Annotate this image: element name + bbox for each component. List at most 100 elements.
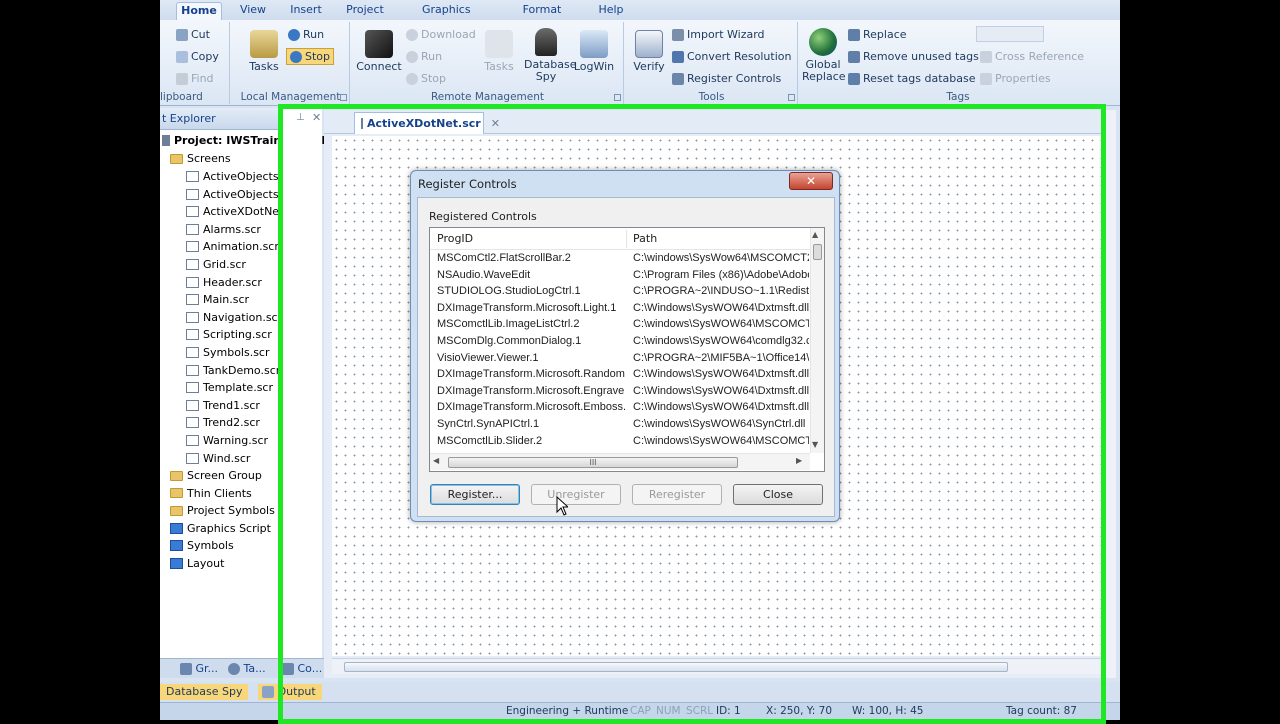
screen-item[interactable]: TankDemo.scr (186, 364, 280, 377)
screen-item[interactable]: Template.scr (186, 381, 273, 394)
list-item[interactable]: NSAudio.WaveEdit C:\Program Files (x86)\A… (430, 268, 810, 285)
column-header-path[interactable]: Path (633, 232, 657, 245)
explorer-node[interactable]: Graphics Script (170, 522, 271, 535)
local-run-button[interactable]: Run (288, 28, 324, 41)
tab-help[interactable]: Help (596, 2, 626, 20)
list-item[interactable]: STUDIOLOG.StudioLogCtrl.1 C:\PROGRA~2\IND… (430, 284, 810, 301)
scroll-up-icon[interactable]: ▲ (812, 230, 818, 239)
screen-item[interactable]: Navigation.scr (186, 311, 282, 324)
progid-cell: MSComctlLib.Slider.2 (437, 434, 543, 447)
screen-item[interactable]: Warning.scr (186, 434, 268, 447)
remote-tasks-button[interactable]: Tasks (482, 30, 516, 73)
connect-button[interactable]: Connect (356, 30, 402, 73)
close-tab-icon[interactable]: ✕ (491, 114, 500, 134)
find-button[interactable]: Find (176, 72, 214, 85)
column-header-progid[interactable]: ProgID (437, 232, 473, 245)
screen-item[interactable]: Header.scr (186, 276, 262, 289)
convert-resolution-button[interactable]: Convert Resolution (672, 50, 791, 63)
screen-item[interactable]: Alarms.scr (186, 223, 261, 236)
list-item[interactable]: MSComDlg.CommonDialog.1 C:\windows\SysWOW… (430, 334, 810, 351)
canvas-vertical-scrollbar[interactable] (1104, 110, 1116, 678)
cross-reference-button[interactable]: Cross Reference (980, 50, 1084, 63)
register-controls-button[interactable]: Register Controls (672, 72, 781, 85)
tab-graphics[interactable]: Graphics (422, 2, 471, 20)
list-item[interactable]: MSComctlLib.ImageListCtrl.2 C:\windows\Sy… (430, 317, 810, 334)
dialog-close-icon[interactable]: ✕ (789, 172, 833, 190)
unregister-button[interactable]: Unregister (531, 484, 621, 505)
dialog-launcher-icon[interactable] (788, 94, 795, 101)
list-item[interactable]: VisioViewer.Viewer.1 C:\PROGRA~2\MIF5BA~1… (430, 351, 810, 368)
local-tasks-button[interactable]: Tasks (244, 30, 284, 73)
screen-item[interactable]: Scripting.scr (186, 328, 272, 341)
column-divider[interactable] (626, 230, 627, 248)
screen-item[interactable]: Grid.scr (186, 258, 246, 271)
register-button[interactable]: Register... (430, 484, 520, 505)
tab-insert[interactable]: Insert (286, 2, 326, 20)
explorer-node[interactable]: Thin Clients (170, 487, 252, 500)
registered-controls-list[interactable]: ProgID Path MSComCtl2.FlatScrollBar.2 C:\… (429, 227, 825, 472)
reregister-button[interactable]: Reregister (632, 484, 722, 505)
explorer-node[interactable]: Layout (170, 557, 224, 570)
screen-item[interactable]: Trend1.scr (186, 399, 260, 412)
properties-button[interactable]: Properties (980, 72, 1051, 85)
screen-item[interactable]: Wind.scr (186, 452, 250, 465)
remote-stop-button[interactable]: Stop (406, 72, 446, 85)
screen-item[interactable]: Symbols.scr (186, 346, 270, 359)
tag-search-box[interactable] (976, 26, 1044, 42)
screen-item[interactable]: Main.scr (186, 293, 249, 306)
tab-tasks-panel[interactable]: Ta... (228, 661, 266, 677)
import-wizard-button[interactable]: Import Wizard (672, 28, 765, 41)
screen-item[interactable]: Trend2.scr (186, 416, 260, 429)
screen-item[interactable]: Animation.scr (186, 240, 279, 253)
list-hscroll-thumb[interactable]: III (448, 457, 738, 468)
list-item[interactable]: MSComctlLib.Slider.2 C:\windows\SysWOW64\… (430, 434, 810, 451)
canvas-horizontal-scrollbar[interactable] (332, 658, 1102, 674)
local-management-label: Local Management (240, 91, 341, 103)
list-item[interactable]: DXImageTransform.Microsoft.Light.1 C:\Win… (430, 301, 810, 318)
scroll-down-icon[interactable]: ▼ (812, 440, 818, 449)
progid-cell: DXImageTransform.Microsoft.Engrave.1 (437, 384, 625, 397)
remote-run-button[interactable]: Run (406, 50, 442, 63)
download-button[interactable]: Download (406, 28, 476, 41)
local-stop-button[interactable]: Stop (286, 48, 335, 65)
copy-button[interactable]: Copy (176, 50, 219, 63)
scroll-left-icon[interactable]: ◀ (433, 456, 439, 465)
tab-home[interactable]: Home (176, 2, 222, 20)
remove-unused-tags-button[interactable]: Remove unused tags (848, 50, 979, 63)
cut-button[interactable]: Cut (176, 28, 210, 41)
canvas-scroll-thumb[interactable] (344, 662, 1008, 672)
close-panel-icon[interactable]: ✕ (312, 111, 321, 124)
pin-icon[interactable]: ⊥ (296, 112, 305, 123)
status-tag-count: Tag count: 87 (1006, 705, 1077, 717)
list-item[interactable]: SynCtrl.SynAPICtrl.1 C:\windows\SysWOW64\… (430, 417, 810, 434)
list-item[interactable]: MSComCtl2.FlatScrollBar.2 C:\windows\SysW… (430, 251, 810, 268)
explorer-node[interactable]: Screen Group (170, 469, 262, 482)
replace-button[interactable]: Replace (848, 28, 907, 41)
screens-folder[interactable]: Screens (170, 152, 231, 165)
explorer-node[interactable]: Symbols (170, 539, 234, 552)
list-item[interactable]: DXImageTransform.Microsoft.Emboss.1 C:\Wi… (430, 400, 810, 417)
tab-graphics-panel[interactable]: Gr... (180, 661, 218, 677)
list-item[interactable]: DXImageTransform.Microsoft.Random... C:\W… (430, 367, 810, 384)
list-item[interactable]: DXImageTransform.Microsoft.Engrave.1 C:\W… (430, 384, 810, 401)
logwin-button[interactable]: LogWin (572, 30, 616, 73)
tab-project[interactable]: Project (344, 2, 386, 20)
document-tab-activexdotnet[interactable]: ActiveXDotNet.scr ✕ (354, 112, 500, 134)
tab-format[interactable]: Format (520, 2, 564, 20)
reset-tags-database-button[interactable]: Reset tags database (848, 72, 976, 85)
output-panel-tab[interactable]: Output (258, 684, 322, 700)
dialog-launcher-icon[interactable] (340, 94, 347, 101)
verify-button[interactable]: Verify (630, 30, 668, 73)
dialog-launcher-icon[interactable] (614, 94, 621, 101)
global-replace-button[interactable]: Global Replace (802, 28, 846, 83)
list-scroll-thumb[interactable] (813, 244, 822, 260)
list-horizontal-scrollbar[interactable]: ◀ III ▶ (430, 453, 810, 470)
tab-view[interactable]: View (236, 2, 270, 20)
database-spy-button[interactable]: Database Spy (524, 28, 577, 83)
explorer-node[interactable]: Project Symbols (170, 504, 275, 517)
tab-comm-panel[interactable]: Co... (282, 661, 322, 677)
database-spy-panel-tab[interactable]: Database Spy (160, 684, 249, 700)
close-button[interactable]: Close (733, 484, 823, 505)
scroll-right-icon[interactable]: ▶ (796, 456, 802, 465)
list-vertical-scrollbar[interactable]: ▲ ▼ (810, 228, 824, 453)
